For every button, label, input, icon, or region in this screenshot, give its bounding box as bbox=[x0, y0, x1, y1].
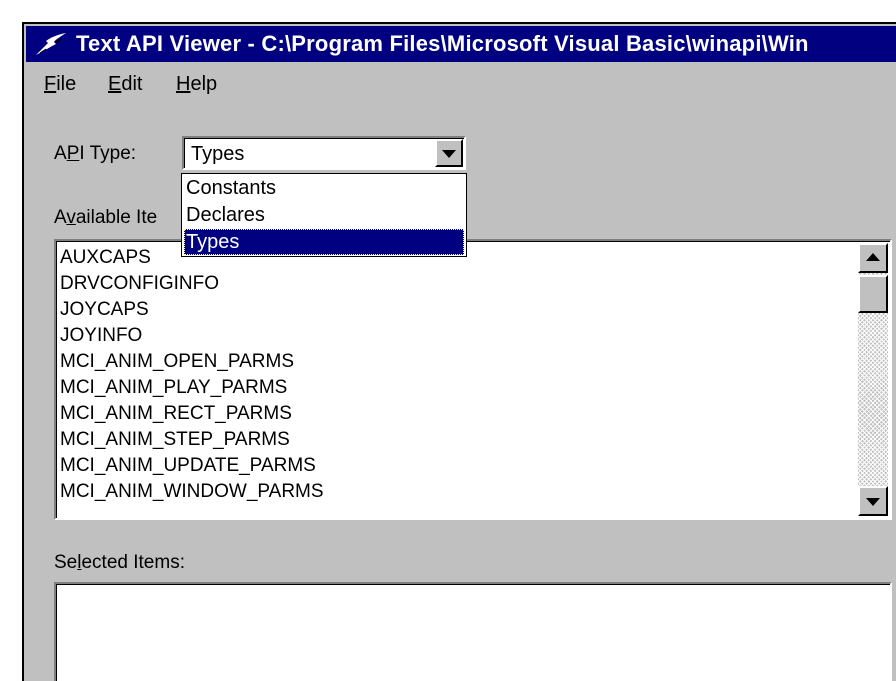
list-item[interactable]: DRVCONFIGINFO bbox=[60, 271, 856, 297]
arrow-up-icon bbox=[866, 253, 880, 261]
chevron-down-icon bbox=[442, 150, 456, 158]
list-item[interactable]: JOYINFO bbox=[60, 323, 856, 349]
window-title: Text API Viewer - C:\Program Files\Micro… bbox=[76, 31, 809, 56]
list-item[interactable]: MCI_ANIM_UPDATE_PARMS bbox=[60, 453, 856, 479]
api-type-label: API Type: bbox=[54, 143, 137, 164]
api-type-dropdown-list: Constants Declares Types bbox=[181, 173, 467, 257]
selected-items-label: Selected Items: bbox=[54, 552, 185, 573]
title-bar[interactable]: Text API Viewer - C:\Program Files\Micro… bbox=[26, 26, 896, 62]
app-icon bbox=[36, 33, 66, 55]
api-type-combobox[interactable]: Types bbox=[182, 136, 466, 170]
available-items-list[interactable]: AUXCAPS DRVCONFIGINFO JOYCAPS JOYINFO MC… bbox=[54, 239, 892, 520]
app-window: Text API Viewer - C:\Program Files\Micro… bbox=[22, 22, 896, 681]
selected-items-textbox[interactable] bbox=[54, 582, 892, 681]
option-types[interactable]: Types bbox=[184, 229, 464, 255]
list-item[interactable]: MCI_ANIM_PLAY_PARMS bbox=[60, 375, 856, 401]
scroll-thumb[interactable] bbox=[858, 275, 888, 313]
list-item[interactable]: MCI_ANIM_OPEN_PARMS bbox=[60, 349, 856, 375]
combo-dropdown-button[interactable] bbox=[435, 139, 463, 167]
api-type-selected-value: Types bbox=[191, 143, 245, 165]
scroll-down-button[interactable] bbox=[858, 486, 888, 516]
menu-help[interactable]: Help bbox=[176, 72, 217, 96]
option-declares[interactable]: Declares bbox=[184, 202, 464, 228]
menu-bar: File Edit Help bbox=[24, 68, 896, 102]
list-item[interactable]: JOYCAPS bbox=[60, 297, 856, 323]
vertical-scrollbar[interactable] bbox=[858, 243, 888, 516]
list-item[interactable]: MCI_ANIM_WINDOW_PARMS bbox=[60, 479, 856, 505]
available-items-rows: AUXCAPS DRVCONFIGINFO JOYCAPS JOYINFO MC… bbox=[60, 245, 856, 505]
arrow-down-icon bbox=[866, 498, 880, 506]
available-items-label: Available Ite bbox=[54, 207, 158, 228]
list-item[interactable]: MCI_ANIM_STEP_PARMS bbox=[60, 427, 856, 453]
menu-edit[interactable]: Edit bbox=[108, 72, 142, 96]
list-item[interactable]: MCI_ANIM_RECT_PARMS bbox=[60, 401, 856, 427]
option-constants[interactable]: Constants bbox=[184, 175, 464, 201]
scroll-up-button[interactable] bbox=[858, 243, 888, 273]
menu-file[interactable]: File bbox=[44, 72, 76, 96]
